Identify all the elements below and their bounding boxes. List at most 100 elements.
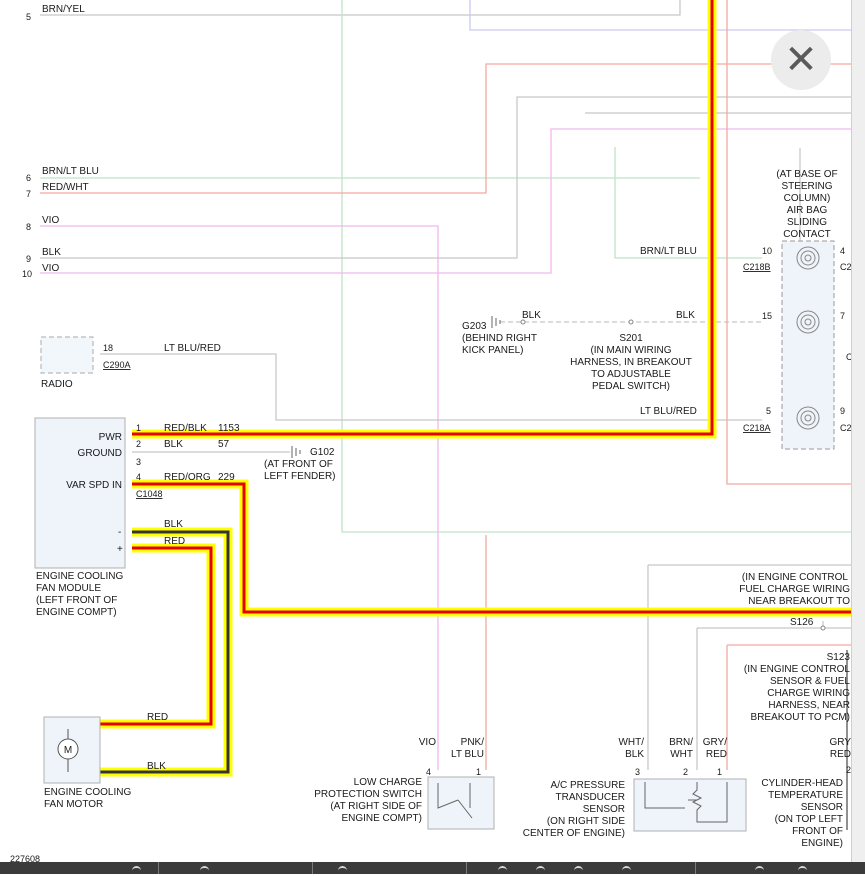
pin-6: 6	[26, 173, 31, 183]
airbag-right-pin-9: 9	[840, 406, 845, 416]
pin-10: 10	[22, 269, 32, 279]
toolbar-icon[interactable]	[536, 866, 545, 876]
svg-text:(ON TOP LEFT: (ON TOP LEFT	[775, 814, 843, 825]
pin-1: 1	[136, 423, 141, 433]
blk-label: BLK	[164, 439, 183, 450]
svg-text:LOW CHARGE: LOW CHARGE	[354, 777, 423, 788]
pin-2: 2	[136, 439, 141, 449]
cht-wire-2: RED	[830, 749, 851, 760]
svg-text:CENTER OF ENGINE): CENTER OF ENGINE)	[523, 828, 625, 839]
pin-8: 8	[26, 222, 31, 232]
g203-label: G203	[462, 321, 487, 332]
highlighted-circuits	[100, 0, 851, 777]
left-wire-labels: 6 BRN/LT BLU 7 RED/WHT 8 VIO 9 BLK 10 VI…	[22, 166, 99, 279]
svg-text:HARNESS, NEAR: HARNESS, NEAR	[768, 700, 850, 711]
radio-pin: 18	[103, 343, 113, 353]
svg-text:STEERING: STEERING	[781, 181, 832, 192]
s201-wire-label: BLK	[676, 310, 695, 321]
s201-splice-dot	[628, 319, 634, 325]
pin-9: 9	[26, 254, 31, 264]
airbag-pin-5: 5	[766, 406, 771, 416]
pin-7: 7	[26, 189, 31, 199]
svg-text:AIR BAG: AIR BAG	[787, 205, 828, 216]
svg-text:CYLINDER-HEAD: CYLINDER-HEAD	[761, 778, 843, 789]
g203-ground-icon	[491, 316, 501, 328]
ac-wire-2b: WHT	[670, 749, 693, 760]
airbag-wire-3: LT BLU/RED	[640, 406, 697, 417]
plus-wire-label: RED	[164, 536, 185, 547]
background-wires	[40, 0, 851, 830]
ground-label: GROUND	[78, 448, 122, 459]
fan-motor-caption-1: ENGINE COOLING	[44, 787, 131, 798]
svg-text:ENGINE COOLING: ENGINE COOLING	[36, 571, 123, 582]
toolbar-icon[interactable]	[132, 866, 141, 876]
motor-red-wire: RED	[147, 712, 168, 723]
svg-text:TO ADJUSTABLE: TO ADJUSTABLE	[591, 369, 671, 380]
fan-module-caption: ENGINE COOLING FAN MODULE (LEFT FRONT OF…	[36, 571, 123, 618]
circuit-1153: 1153	[218, 423, 240, 434]
bottom-toolbar	[0, 862, 865, 874]
radio-wire-label: LT BLU/RED	[164, 343, 221, 354]
cht-caption: CYLINDER-HEAD TEMPERATURE SENSOR (ON TOP…	[761, 778, 843, 849]
svg-text:(AT RIGHT SIDE OF: (AT RIGHT SIDE OF	[330, 801, 422, 812]
circuit-57: 57	[218, 439, 230, 450]
wire-red-wht: RED/WHT	[42, 182, 89, 193]
radio-label: RADIO	[41, 379, 73, 390]
low-charge-caption: LOW CHARGE PROTECTION SWITCH (AT RIGHT S…	[314, 777, 422, 824]
svg-text:FUEL CHARGE WIRING: FUEL CHARGE WIRING	[739, 584, 850, 595]
toolbar-icon[interactable]	[338, 866, 347, 876]
wiring-diagram: BRN/YEL 5 6 BRN/LT BLU 7 RED/WHT 8 VIO 9…	[10, 0, 853, 864]
airbag-pin-10: 10	[762, 246, 772, 256]
ac-pressure-sensor-box	[633, 778, 747, 832]
motor-blk-wire: BLK	[147, 761, 166, 772]
c218a-connector: C218A	[743, 423, 771, 433]
ac-wire-3a: GRY/	[703, 737, 727, 748]
svg-text:S123: S123	[827, 652, 851, 663]
svg-text:SENSOR: SENSOR	[801, 802, 843, 813]
toolbar-icon[interactable]	[755, 866, 764, 876]
svg-text:ENGINE COMPT): ENGINE COMPT)	[36, 607, 117, 618]
svg-text:CHARGE WIRING: CHARGE WIRING	[767, 688, 850, 699]
s126-label: S126	[790, 617, 814, 628]
close-icon: ✕	[784, 37, 818, 83]
wire-brn-lt-blu: BRN/LT BLU	[42, 166, 99, 177]
airbag-right-conn-3: C2	[840, 423, 852, 433]
svg-text:(AT BASE OF: (AT BASE OF	[776, 169, 837, 180]
top-wire-label: BRN/YEL	[42, 4, 85, 15]
ac-wire-1a: WHT/	[618, 737, 644, 748]
pin-3: 3	[136, 457, 141, 467]
svg-text:(LEFT FRONT OF: (LEFT FRONT OF	[36, 595, 117, 606]
close-button[interactable]: ✕	[771, 30, 831, 90]
svg-text:(IN MAIN WIRING: (IN MAIN WIRING	[590, 345, 671, 356]
svg-text:FRONT OF: FRONT OF	[792, 826, 843, 837]
svg-text:HARNESS, IN BREAKOUT: HARNESS, IN BREAKOUT	[570, 357, 692, 368]
svg-text:COLUMN): COLUMN)	[784, 193, 831, 204]
svg-text:FAN MODULE: FAN MODULE	[36, 583, 101, 594]
circuit-229: 229	[218, 472, 235, 483]
toolbar-icon[interactable]	[574, 866, 583, 876]
ac-pin-2: 2	[683, 767, 688, 777]
svg-text:CONTACT: CONTACT	[783, 229, 831, 240]
toolbar-divider	[158, 862, 159, 874]
g203-wire-label: BLK	[522, 310, 541, 321]
minus-terminal: -	[118, 527, 121, 538]
toolbar-icon[interactable]	[498, 866, 507, 876]
pin-4: 4	[136, 472, 141, 482]
toolbar-icon[interactable]	[200, 866, 209, 876]
c218b-connector: C218B	[743, 262, 771, 272]
g203-desc-2: KICK PANEL)	[462, 345, 524, 356]
wire-vio-2: VIO	[42, 263, 59, 274]
toolbar-icon[interactable]	[798, 866, 807, 876]
radio-box	[40, 336, 94, 374]
ac-wire-2a: BRN/	[669, 737, 693, 748]
airbag-right-conn-1: C2	[840, 262, 852, 272]
toolbar-icon[interactable]	[622, 866, 631, 876]
svg-text:SENSOR: SENSOR	[583, 804, 625, 815]
g102-ground-icon	[291, 446, 301, 458]
low-charge-wire-vio: VIO	[419, 737, 436, 748]
c1048-connector: C1048	[136, 489, 163, 499]
radio-connector: C290A	[103, 360, 131, 370]
svg-text:TRANSDUCER: TRANSDUCER	[556, 792, 625, 803]
airbag-caption: (AT BASE OF STEERING COLUMN) AIR BAG SLI…	[776, 169, 837, 240]
svg-text:PROTECTION SWITCH: PROTECTION SWITCH	[314, 789, 422, 800]
